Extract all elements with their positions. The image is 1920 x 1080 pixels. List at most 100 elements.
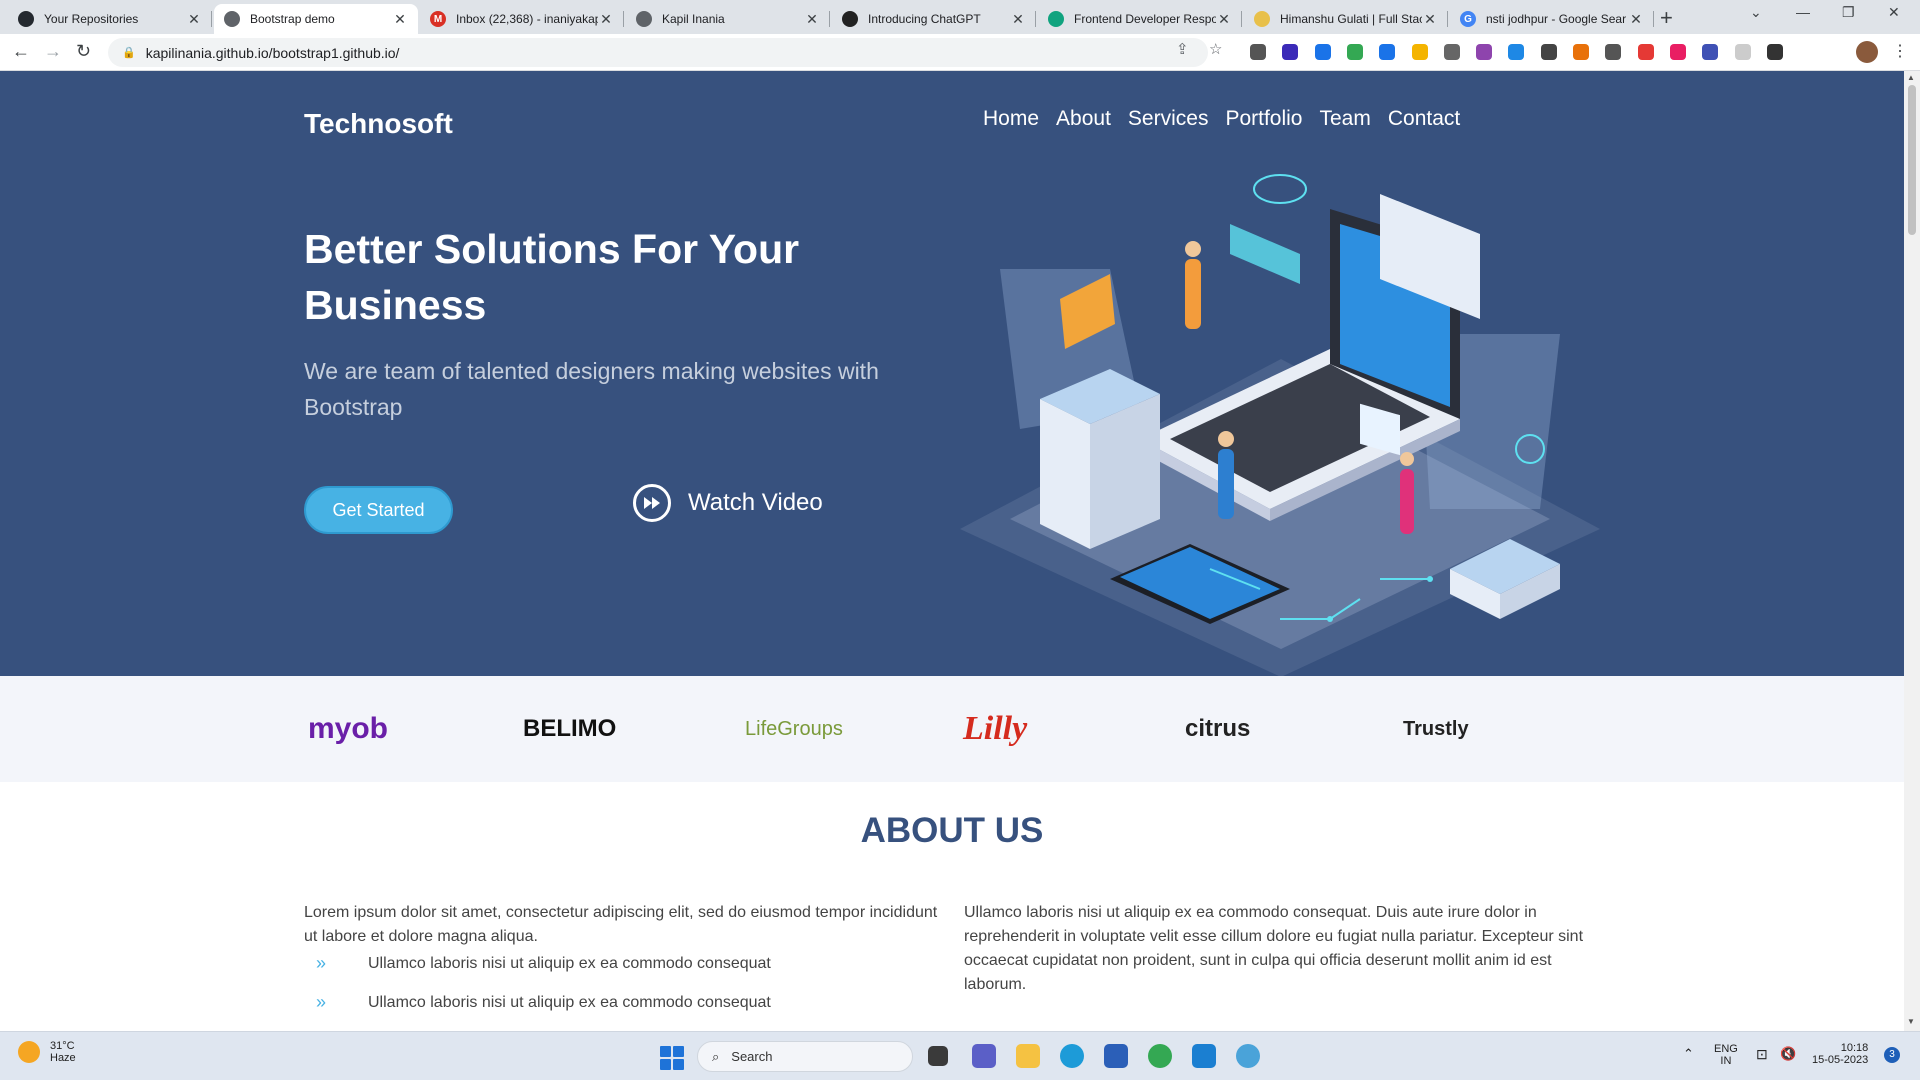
- close-tab-icon[interactable]: ✕: [1010, 11, 1026, 28]
- extension-icon[interactable]: [1573, 44, 1589, 60]
- extension-icon[interactable]: [1443, 44, 1460, 60]
- close-tab-icon[interactable]: ✕: [1628, 11, 1644, 28]
- tab-search-icon[interactable]: ⌄: [1750, 4, 1762, 21]
- tab-title: Inbox (22,368) - inaniyakap: [456, 12, 598, 26]
- browser-tab[interactable]: Your Repositories ✕: [8, 4, 212, 34]
- clock[interactable]: 10:18 15-05-2023: [1812, 1042, 1868, 1066]
- client-logo: citrus: [1185, 715, 1251, 742]
- close-tab-icon[interactable]: ✕: [392, 11, 408, 28]
- favicon-icon: [636, 11, 652, 27]
- scroll-down-icon[interactable]: ▼: [1907, 1017, 1915, 1026]
- extension-icon[interactable]: [1766, 44, 1783, 60]
- client-logo: Trustly: [1403, 717, 1469, 740]
- extension-icon[interactable]: [1508, 44, 1525, 60]
- extension-icon[interactable]: [1314, 44, 1331, 60]
- restore-icon[interactable]: ❐: [1842, 4, 1855, 21]
- tab-title: Frontend Developer Respo: [1074, 12, 1216, 26]
- nav-team[interactable]: Team: [1320, 107, 1371, 131]
- page-scrollbar[interactable]: ▲ ▼: [1904, 71, 1920, 1031]
- taskbar-search[interactable]: ⌕ Search: [697, 1041, 913, 1072]
- client-logo: myob: [308, 712, 389, 745]
- favicon-icon: [1254, 11, 1270, 27]
- close-tab-icon[interactable]: ✕: [598, 11, 614, 28]
- chrome-icon[interactable]: [1148, 1044, 1172, 1068]
- extension-icon[interactable]: [1346, 44, 1363, 60]
- site-brand[interactable]: Technosoft: [304, 108, 453, 140]
- close-tab-icon[interactable]: ✕: [1422, 11, 1438, 28]
- tab-separator: [211, 11, 212, 27]
- vscode-icon[interactable]: [1192, 1044, 1216, 1068]
- forward-icon[interactable]: →: [44, 41, 62, 62]
- favicon-icon: [842, 11, 858, 27]
- tab-separator: [623, 11, 624, 27]
- tab-separator: [1447, 11, 1448, 27]
- about-right-text: Ullamco laboris nisi ut aliquip ex ea co…: [964, 904, 1584, 993]
- browser-toolbar: ← → ↻ 🔒 kapilinania.github.io/bootstrap1…: [0, 34, 1920, 71]
- browser-tab[interactable]: Bootstrap demo ✕: [214, 4, 418, 34]
- extension-icon[interactable]: [1605, 44, 1622, 60]
- new-tab-button[interactable]: +: [1660, 5, 1673, 31]
- share-icon[interactable]: ⇪: [1176, 40, 1189, 58]
- close-tab-icon[interactable]: ✕: [186, 11, 202, 28]
- address-bar[interactable]: 🔒 kapilinania.github.io/bootstrap1.githu…: [108, 38, 1208, 67]
- nav-services[interactable]: Services: [1128, 107, 1209, 131]
- nav-portfolio[interactable]: Portfolio: [1225, 107, 1302, 131]
- browser-tab[interactable]: Gnsti jodhpur - Google Sear ✕: [1450, 4, 1654, 34]
- browser-tab[interactable]: Frontend Developer Respo ✕: [1038, 4, 1242, 34]
- extension-icon[interactable]: [1379, 44, 1396, 60]
- extension-icon[interactable]: [1637, 44, 1654, 60]
- start-button[interactable]: [660, 1046, 684, 1070]
- notification-badge[interactable]: 3: [1884, 1047, 1900, 1063]
- close-window-icon[interactable]: ✕: [1888, 4, 1900, 21]
- store-icon[interactable]: [1104, 1044, 1128, 1068]
- scroll-up-icon[interactable]: ▲: [1907, 73, 1915, 82]
- file-explorer-icon[interactable]: [1016, 1044, 1040, 1068]
- close-tab-icon[interactable]: ✕: [1216, 11, 1232, 28]
- profile-avatar[interactable]: [1856, 41, 1878, 63]
- lock-icon[interactable]: 🔒: [122, 46, 136, 59]
- task-view-icon[interactable]: [928, 1046, 948, 1066]
- reload-icon[interactable]: ↻: [76, 41, 91, 62]
- favicon-icon: [18, 11, 34, 27]
- edge-icon[interactable]: [1060, 1044, 1084, 1068]
- extension-icon[interactable]: [1250, 44, 1266, 60]
- volume-muted-icon[interactable]: 🔇: [1780, 1046, 1796, 1062]
- extension-icon[interactable]: [1669, 44, 1686, 60]
- browser-tab[interactable]: Introducing ChatGPT ✕: [832, 4, 1036, 34]
- extension-icon[interactable]: [1540, 44, 1557, 60]
- double-chevron-icon: »: [316, 992, 327, 1012]
- extension-icon[interactable]: [1282, 44, 1299, 60]
- language-indicator[interactable]: ENG IN: [1714, 1043, 1738, 1067]
- weather-temp: 31°C: [50, 1040, 75, 1052]
- extension-icon[interactable]: [1476, 44, 1493, 60]
- hero-title: Better Solutions For Your Business: [304, 226, 800, 328]
- search-icon: ⌕: [712, 1048, 720, 1064]
- chat-icon[interactable]: [972, 1044, 996, 1068]
- extension-icon[interactable]: [1734, 44, 1751, 60]
- close-tab-icon[interactable]: ✕: [804, 11, 820, 28]
- hero-section: Technosoft Home About Services Portfolio…: [0, 71, 1904, 677]
- app-icon[interactable]: [1236, 1044, 1260, 1068]
- menu-kebab-icon[interactable]: ⋮: [1892, 41, 1908, 61]
- tab-title: Kapil Inania: [662, 12, 725, 26]
- bookmark-star-icon[interactable]: ☆: [1209, 40, 1222, 58]
- client-logo: BELIMO: [523, 715, 617, 742]
- get-started-button[interactable]: Get Started: [304, 486, 453, 534]
- tray-chevron-icon[interactable]: ⌃: [1683, 1046, 1694, 1062]
- extension-icon[interactable]: [1411, 44, 1428, 60]
- nav-about[interactable]: About: [1056, 107, 1111, 131]
- about-left-text: Lorem ipsum dolor sit amet, consectetur …: [304, 904, 938, 945]
- nav-contact[interactable]: Contact: [1388, 107, 1460, 131]
- weather-widget[interactable]: 31°C Haze: [18, 1040, 76, 1064]
- minimize-icon[interactable]: —: [1796, 4, 1810, 20]
- back-icon[interactable]: ←: [12, 41, 30, 62]
- nav-home[interactable]: Home: [983, 107, 1039, 131]
- hero-lead: We are team of talented designers making…: [304, 358, 879, 420]
- scroll-thumb[interactable]: [1908, 85, 1916, 235]
- browser-tab[interactable]: Kapil Inania ✕: [626, 4, 830, 34]
- browser-tab[interactable]: Himanshu Gulati | Full Stac ✕: [1244, 4, 1448, 34]
- network-icon[interactable]: ⊡: [1756, 1046, 1768, 1063]
- extension-icon[interactable]: [1702, 44, 1719, 60]
- watch-video-link[interactable]: Watch Video: [633, 484, 823, 522]
- browser-tab[interactable]: M Inbox (22,368) - inaniyakap ✕: [420, 4, 624, 34]
